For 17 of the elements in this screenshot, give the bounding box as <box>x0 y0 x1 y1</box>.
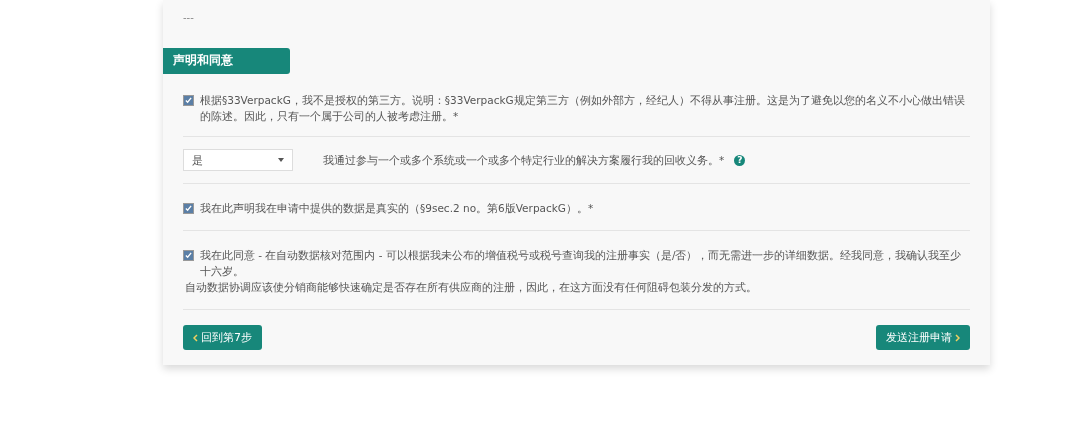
help-icon[interactable]: ? <box>734 154 746 166</box>
question-text: 我通过参与一个或多个系统或一个或多个特定行业的解决方案履行我的回收义务。* <box>323 153 725 168</box>
checkbox[interactable] <box>183 250 194 261</box>
checkbox[interactable] <box>183 95 194 106</box>
note-text: 自动数据协调应该使分销商能够快速确定是否存在所有供应商的注册，因此，在这方面没有任何阻碍包装分发的方式。 <box>185 280 758 295</box>
submit-button[interactable]: 发送注册申请 <box>876 325 970 350</box>
caret-icon <box>278 158 284 162</box>
consent-text: 我在此声明我在申请中提供的数据是真实的（§9sec.2 no。第6版VerpackG）。* <box>200 201 594 216</box>
select-field[interactable]: 是 <box>183 149 293 171</box>
section-header: 声明和同意 <box>163 47 290 74</box>
back-button[interactable]: 回到第7步 <box>183 325 262 350</box>
chevron-right-icon <box>955 333 960 342</box>
field-value: --- <box>182 11 195 25</box>
chevron-left-icon <box>193 333 198 342</box>
checkbox[interactable] <box>183 203 194 214</box>
consent-text: 根据§33VerpackG，我不是授权的第三方。说明：§33VerpackG规定第三方（例如外部方，经纪人）不得从事注册。这是为了避免以您的名义不小心做出错误的陈述。因此，只有一个属于公司的人被考虑注册。* <box>200 93 966 124</box>
consent-text: 我在此同意 - 在自动数据核对范围内 - 可以根据我未公布的增值税号或税号查询我的注册事实（是/否），而无需进一步的详细数据。经我同意，我确认我至少十六岁。 <box>200 248 963 279</box>
